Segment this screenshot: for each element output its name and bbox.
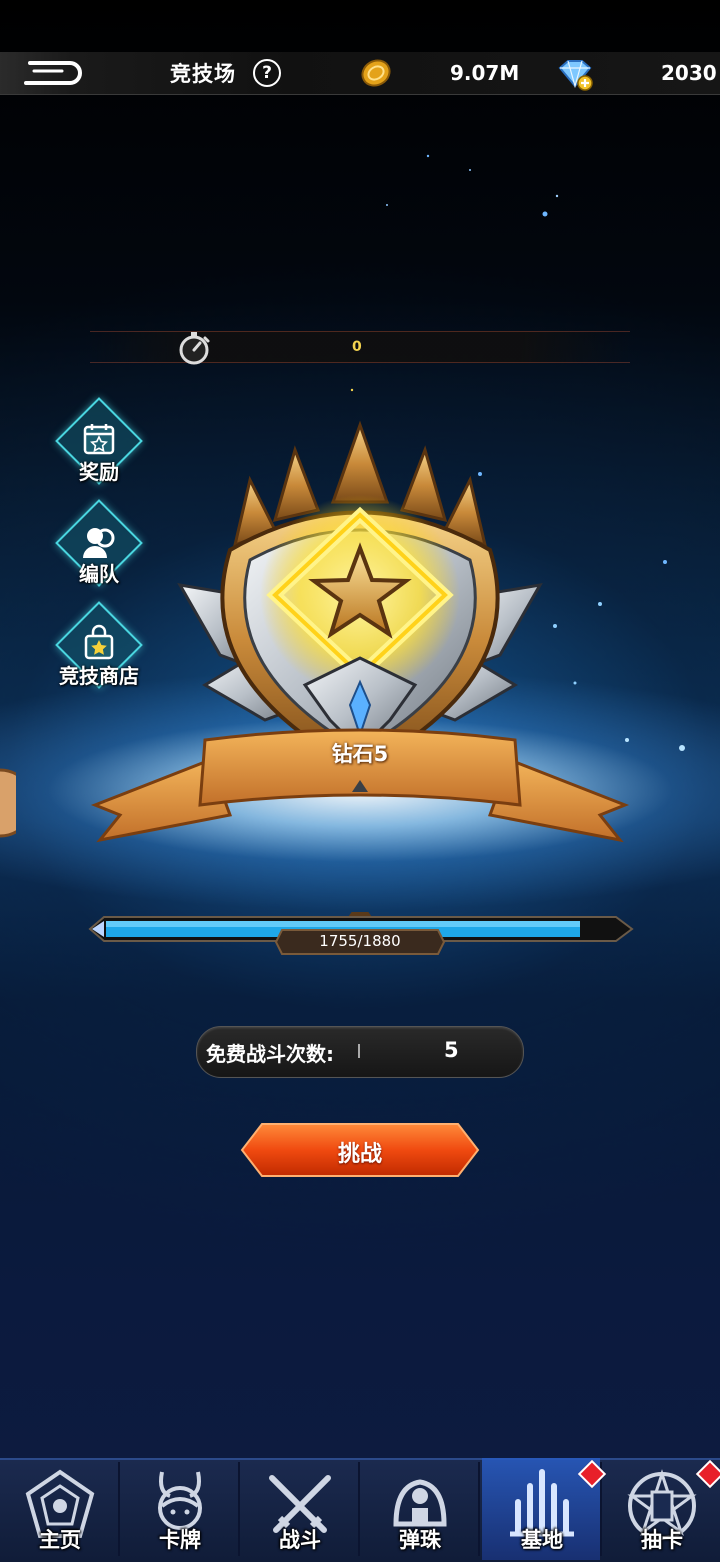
page-title: 竞技场 [170, 62, 236, 86]
gold-amount: 9.07M [450, 61, 520, 85]
nav-home[interactable]: 主页 [0, 1458, 120, 1560]
back-icon[interactable] [22, 57, 84, 89]
gem-add-icon[interactable] [556, 58, 594, 92]
divider [358, 1044, 360, 1058]
nav-base-label: 基地 [521, 1528, 563, 1552]
nav-battle[interactable]: 战斗 [240, 1458, 360, 1560]
rank-emblem [90, 420, 630, 843]
nav-summon-label: 抽卡 [641, 1528, 683, 1552]
gem-amount: 2030 [661, 61, 717, 85]
nav-marble[interactable]: 弹珠 [360, 1458, 480, 1560]
nav-cards-label: 卡牌 [159, 1528, 201, 1552]
progress-text: 1755/1880 [319, 932, 401, 950]
timer-value: 0 [352, 339, 362, 355]
rank-title: 钻石5 [331, 742, 389, 766]
help-icon[interactable]: ? [253, 59, 281, 87]
free-battles-count: 5 [444, 1038, 459, 1062]
free-battles-label: 免费战斗次数: [206, 1042, 334, 1066]
challenge-button[interactable] [240, 1122, 480, 1178]
side-tab-icon[interactable] [0, 766, 16, 840]
nav-home-label: 主页 [39, 1528, 81, 1552]
stopwatch-icon [179, 332, 210, 365]
gold-coin-icon [361, 59, 391, 87]
nav-marble-label: 弹珠 [399, 1528, 441, 1552]
nav-battle-label: 战斗 [279, 1528, 321, 1552]
nav-cards[interactable]: 卡牌 [120, 1458, 240, 1560]
